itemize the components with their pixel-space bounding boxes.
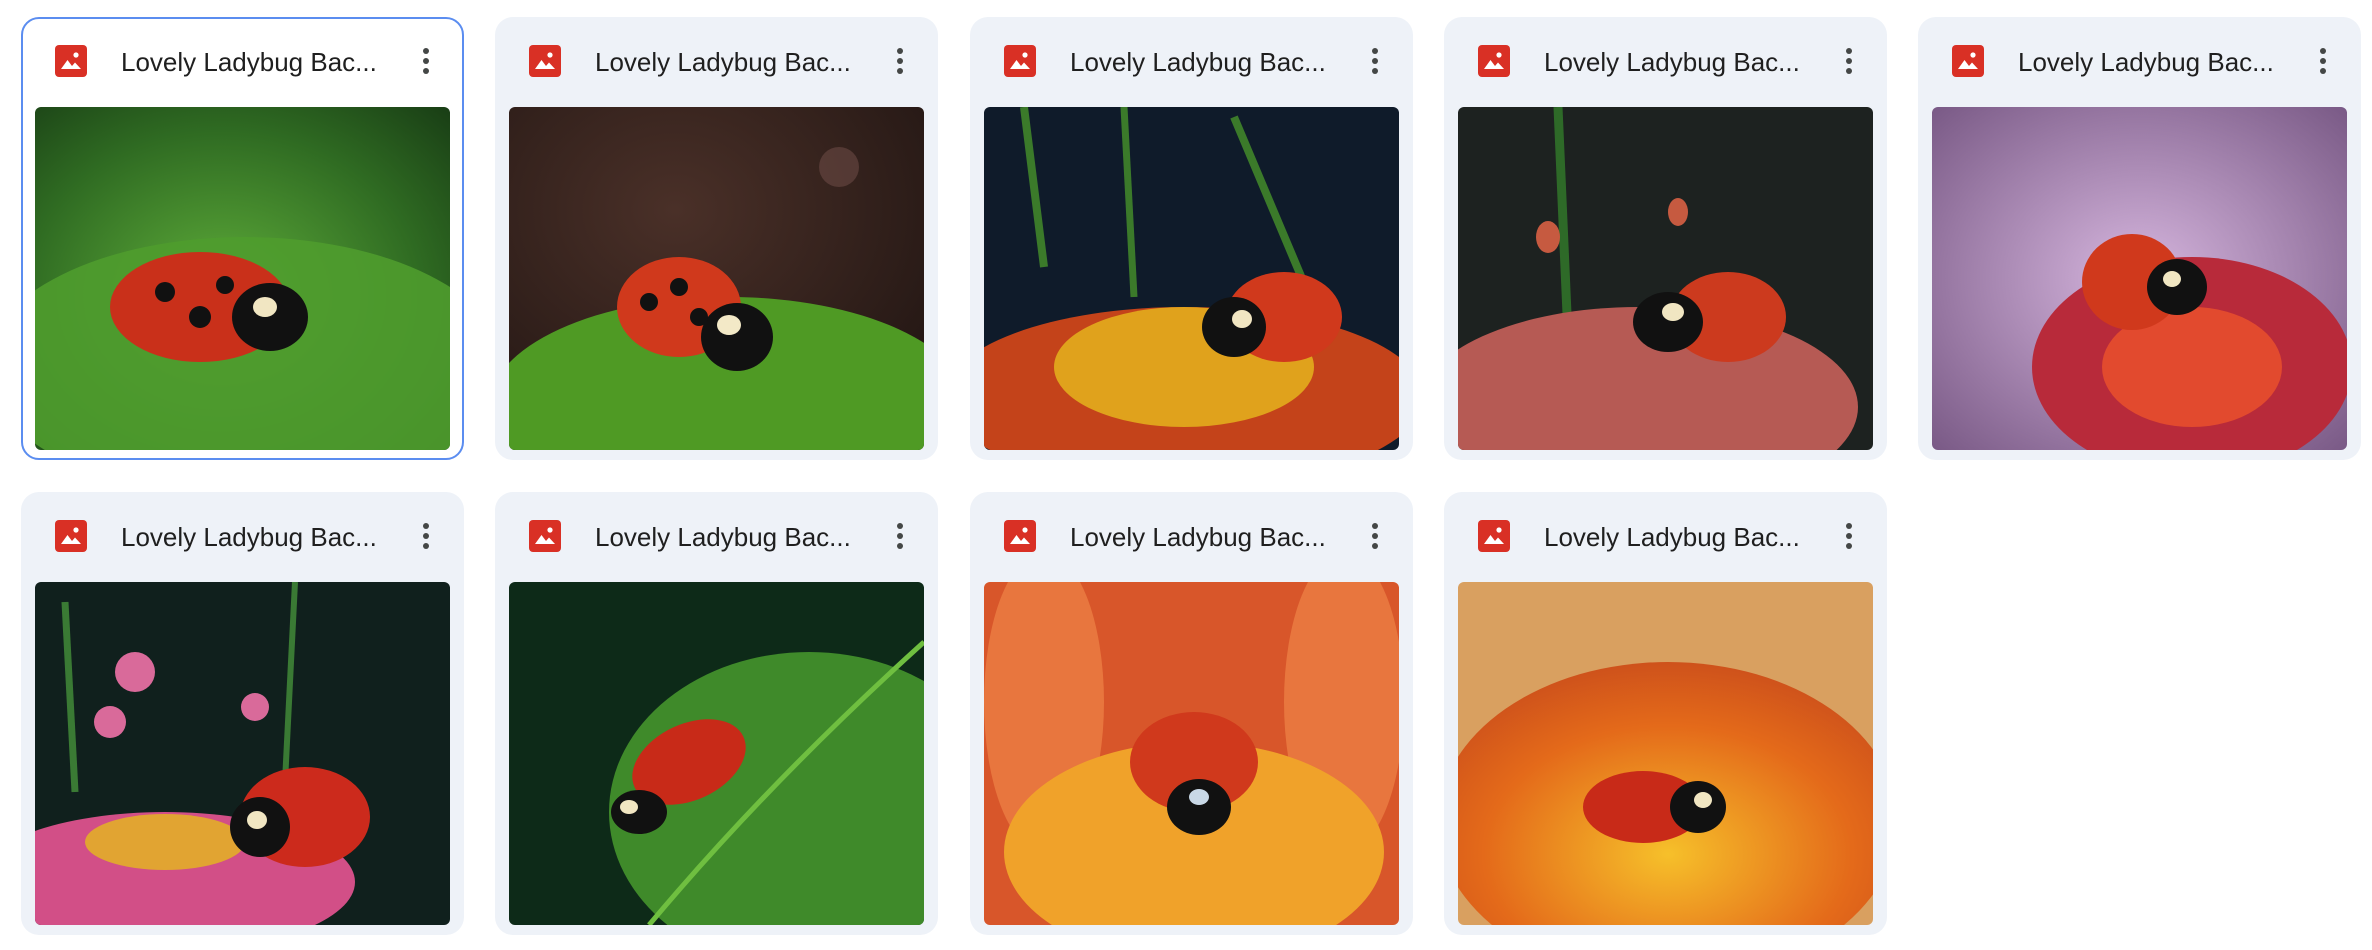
file-thumbnail[interactable]: [35, 582, 450, 925]
file-card[interactable]: Lovely Ladybug Bac...: [495, 17, 938, 460]
image-file-icon: [1952, 45, 1984, 77]
file-name: Lovely Ladybug Bac...: [1070, 522, 1326, 552]
image-file-icon: [1478, 520, 1510, 552]
image-file-icon: [1004, 520, 1036, 552]
file-name: Lovely Ladybug Bac...: [2018, 47, 2274, 77]
file-name: Lovely Ladybug Bac...: [595, 47, 851, 77]
file-card[interactable]: Lovely Ladybug Bac...: [970, 492, 1413, 935]
more-vert-icon[interactable]: [2301, 39, 2345, 83]
image-file-icon: [1004, 45, 1036, 77]
more-vert-icon[interactable]: [1827, 39, 1871, 83]
file-thumbnail[interactable]: [1458, 107, 1873, 450]
file-grid: Lovely Ladybug Bac... Lovely Ladybug Bac…: [0, 0, 2372, 950]
file-card-header: Lovely Ladybug Bac...: [495, 492, 938, 576]
file-card[interactable]: Lovely Ladybug Bac...: [970, 17, 1413, 460]
file-card-header: Lovely Ladybug Bac...: [970, 492, 1413, 576]
file-thumbnail[interactable]: [35, 107, 450, 450]
more-vert-icon[interactable]: [878, 514, 922, 558]
more-vert-icon[interactable]: [404, 39, 448, 83]
more-vert-icon[interactable]: [1827, 514, 1871, 558]
more-vert-icon[interactable]: [404, 514, 448, 558]
file-card[interactable]: Lovely Ladybug Bac...: [21, 492, 464, 935]
image-file-icon: [529, 45, 561, 77]
more-vert-icon[interactable]: [1353, 39, 1397, 83]
file-thumbnail[interactable]: [984, 582, 1399, 925]
file-card-header: Lovely Ladybug Bac...: [1918, 17, 2361, 101]
file-name: Lovely Ladybug Bac...: [595, 522, 851, 552]
file-card-header: Lovely Ladybug Bac...: [495, 17, 938, 101]
file-card-header: Lovely Ladybug Bac...: [1444, 492, 1887, 576]
file-name: Lovely Ladybug Bac...: [121, 522, 377, 552]
image-file-icon: [55, 45, 87, 77]
file-card[interactable]: Lovely Ladybug Bac...: [1918, 17, 2361, 460]
file-thumbnail[interactable]: [1458, 582, 1873, 925]
file-thumbnail[interactable]: [1932, 107, 2347, 450]
file-thumbnail[interactable]: [509, 107, 924, 450]
file-card-header: Lovely Ladybug Bac...: [970, 17, 1413, 101]
file-card[interactable]: Lovely Ladybug Bac...: [21, 17, 464, 460]
image-file-icon: [529, 520, 561, 552]
file-name: Lovely Ladybug Bac...: [1070, 47, 1326, 77]
file-card[interactable]: Lovely Ladybug Bac...: [1444, 17, 1887, 460]
more-vert-icon[interactable]: [878, 39, 922, 83]
file-name: Lovely Ladybug Bac...: [121, 47, 377, 77]
file-name: Lovely Ladybug Bac...: [1544, 522, 1800, 552]
image-file-icon: [1478, 45, 1510, 77]
file-card[interactable]: Lovely Ladybug Bac...: [1444, 492, 1887, 935]
file-card[interactable]: Lovely Ladybug Bac...: [495, 492, 938, 935]
image-file-icon: [55, 520, 87, 552]
file-card-header: Lovely Ladybug Bac...: [1444, 17, 1887, 101]
file-thumbnail[interactable]: [984, 107, 1399, 450]
more-vert-icon[interactable]: [1353, 514, 1397, 558]
file-card-header: Lovely Ladybug Bac...: [23, 19, 462, 103]
file-thumbnail[interactable]: [509, 582, 924, 925]
file-card-header: Lovely Ladybug Bac...: [21, 492, 464, 576]
file-name: Lovely Ladybug Bac...: [1544, 47, 1800, 77]
